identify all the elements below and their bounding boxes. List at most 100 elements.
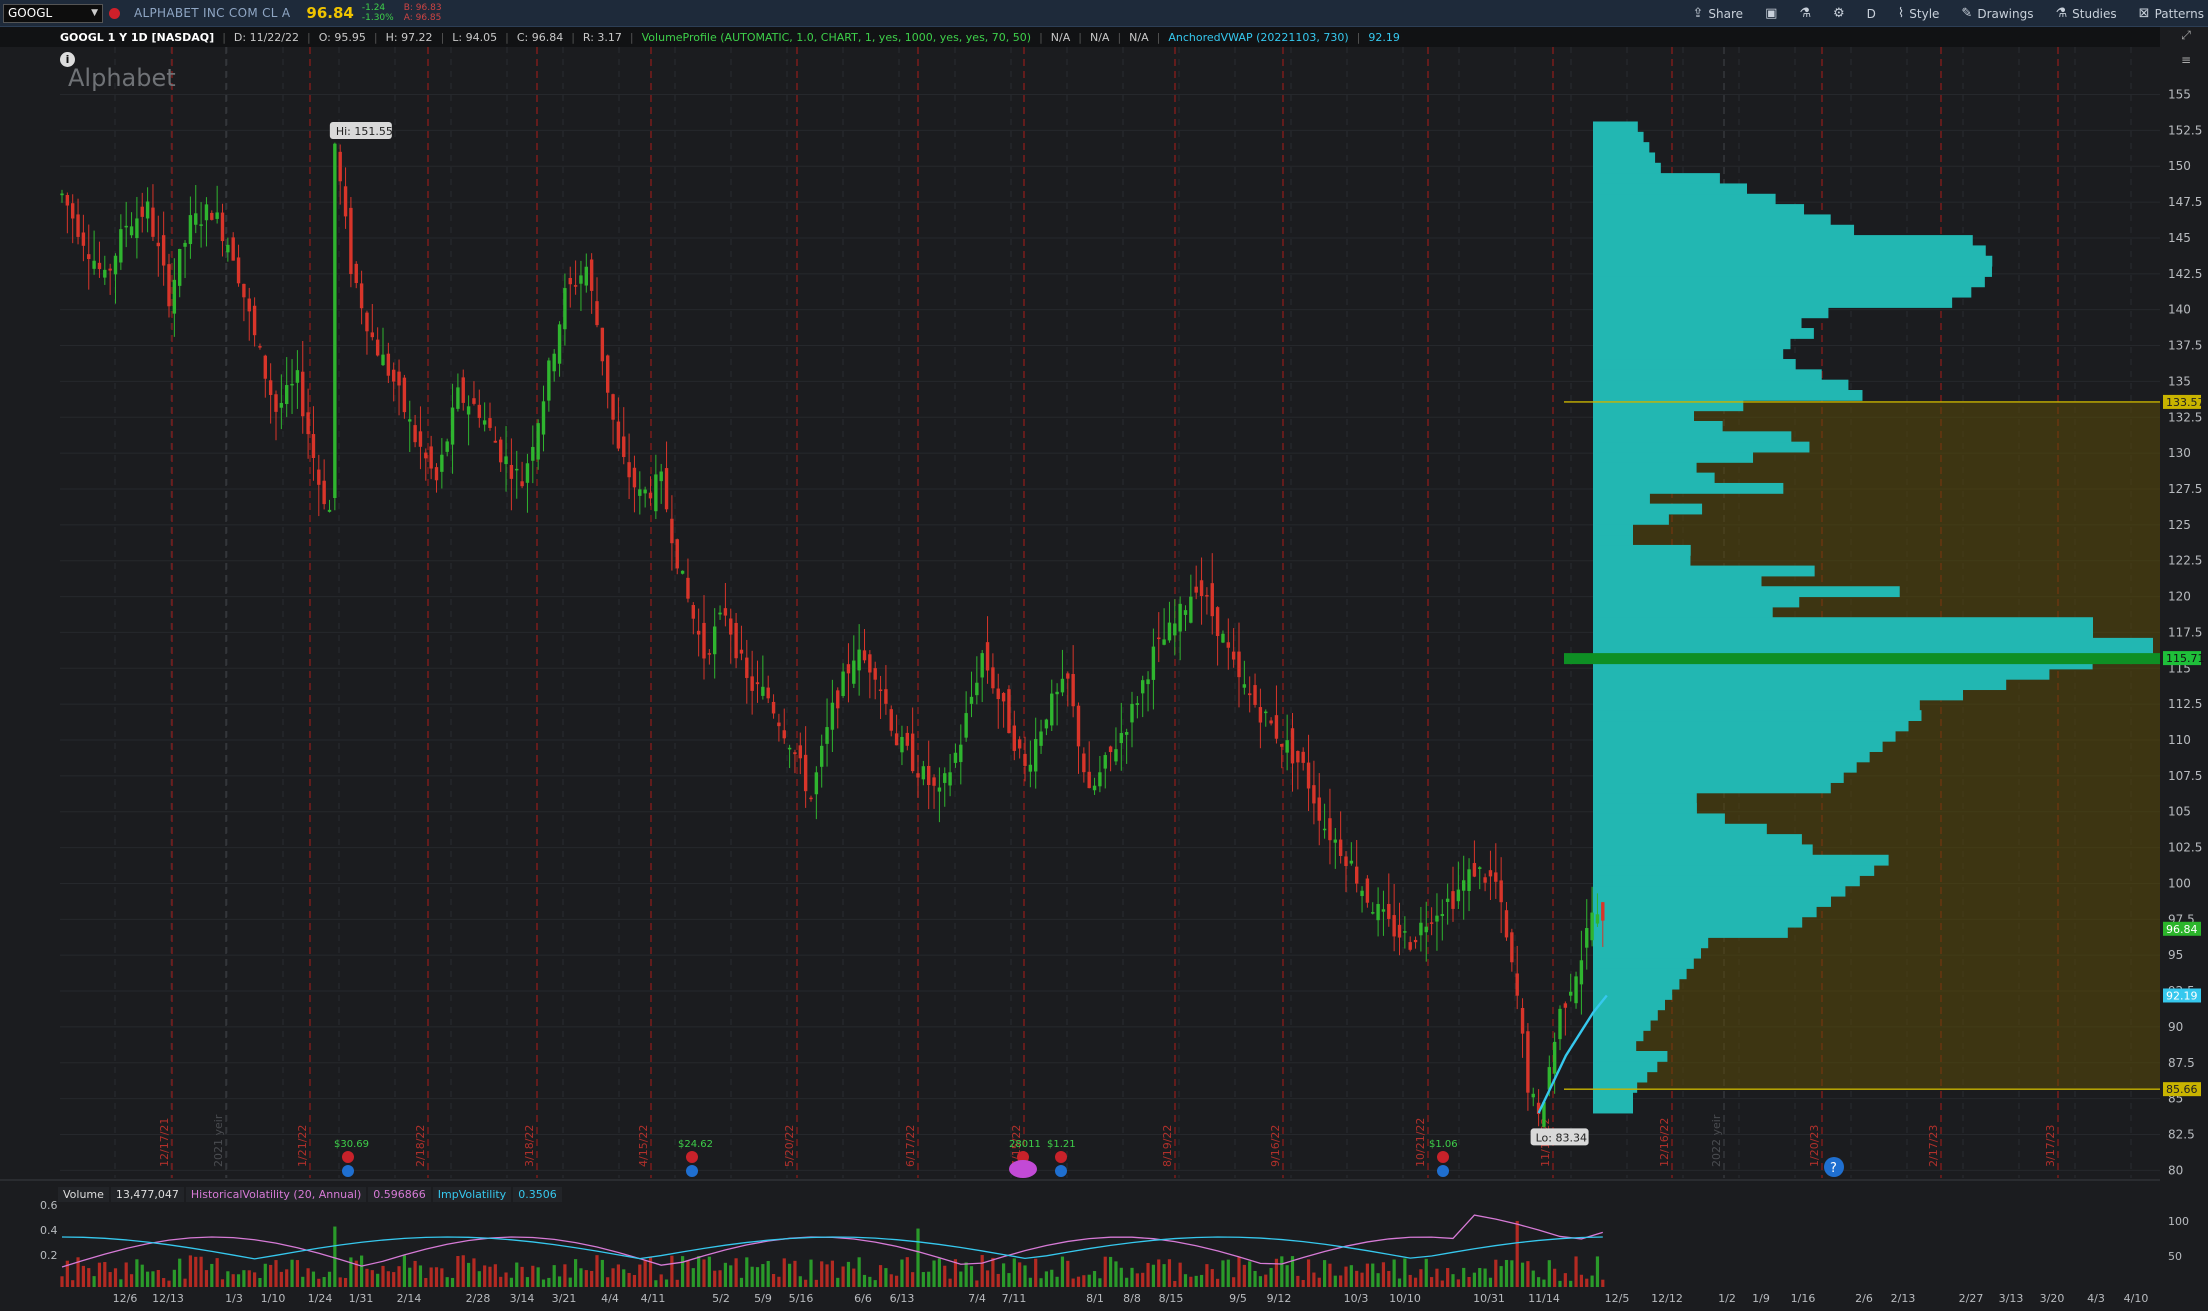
- drawings-button[interactable]: ✎ Drawings: [1961, 6, 2033, 21]
- candle-body: [343, 186, 348, 217]
- share-button[interactable]: ⇪ Share: [1693, 6, 1744, 21]
- volume-bar: [809, 1259, 813, 1287]
- aggregation-button[interactable]: D: [1867, 7, 1876, 21]
- volume-bar: [1515, 1220, 1519, 1287]
- candle-body: [1456, 889, 1461, 902]
- price-chart-area[interactable]: 155 152.5 150 147.5 145 142.5 140 137.5 135 132.5…: [0, 47, 2208, 1311]
- dividend-marker-icon[interactable]: [686, 1165, 698, 1177]
- volume-profile-bar: [1593, 193, 1776, 205]
- volume-label[interactable]: Volume: [58, 1186, 109, 1202]
- volume-bar: [338, 1277, 342, 1287]
- volume-bar: [429, 1267, 433, 1287]
- symbol-selector[interactable]: GOOGL ▼: [3, 3, 103, 23]
- volume-bar: [1216, 1278, 1220, 1287]
- candle-body: [734, 622, 738, 659]
- candle-body: [466, 406, 471, 415]
- volume-bar: [493, 1264, 497, 1287]
- candle-body: [156, 242, 160, 247]
- volume-bar: [563, 1264, 567, 1287]
- candle-body: [1590, 912, 1594, 941]
- y-tick-label: 100: [2168, 876, 2191, 890]
- volume-bar: [606, 1277, 610, 1287]
- patterns-button[interactable]: ⊠ Patterns: [2139, 6, 2204, 21]
- record-dot-icon[interactable]: [109, 7, 120, 19]
- lower-right-tick: 50: [2168, 1250, 2182, 1263]
- iv-label[interactable]: ImpVolatility: [432, 1186, 512, 1202]
- thinkorswim-chart-window: GOOGL ▼ ALPHABET INC COM CL A 96.84 -1.2…: [0, 0, 2208, 1311]
- volume-bar: [745, 1257, 749, 1287]
- volume-bar: [702, 1259, 706, 1287]
- x-tick-label: 9/5: [1229, 1292, 1247, 1305]
- candle-body: [1215, 607, 1220, 637]
- volume-profile-bar: [1593, 575, 1762, 587]
- volume-bar: [1039, 1278, 1043, 1287]
- volume-bar: [1339, 1275, 1343, 1287]
- volume-bar: [1269, 1267, 1273, 1287]
- lower-left-tick: 0.2: [40, 1249, 58, 1262]
- candle-body: [1349, 860, 1354, 864]
- volume-bar: [1232, 1277, 1236, 1287]
- volume-bar: [1392, 1259, 1396, 1287]
- volume-profile-bar: [1593, 627, 2093, 639]
- earnings-marker-icon[interactable]: [686, 1151, 698, 1163]
- hv-label[interactable]: HistoricalVolatility (20, Annual): [185, 1186, 367, 1202]
- anchored-vwap-study[interactable]: AnchoredVWAP (20221103, 730): [1168, 31, 1348, 44]
- volume-profile-bar: [1593, 875, 1860, 887]
- earnings-marker-icon[interactable]: [1055, 1151, 1067, 1163]
- candle-body: [1333, 839, 1337, 843]
- x-tick-label: 4/11: [641, 1292, 666, 1305]
- settings-button[interactable]: ⚙: [1833, 6, 1845, 21]
- candle-body: [317, 469, 321, 485]
- candle-body: [172, 279, 177, 314]
- candle-body: [1028, 764, 1033, 772]
- volume-bar: [1173, 1280, 1177, 1287]
- volume-bar: [943, 1265, 947, 1287]
- volume-bar: [675, 1279, 679, 1287]
- studies-button[interactable]: ⚗ Studies: [2055, 6, 2116, 21]
- symbol-text: GOOGL: [8, 6, 53, 20]
- chart-canvas[interactable]: 155 152.5 150 147.5 145 142.5 140 137.5 135 132.5…: [0, 47, 2208, 1311]
- screenshot-button[interactable]: ▣: [1765, 6, 1777, 21]
- volume-bar: [253, 1272, 257, 1287]
- volume-bar: [718, 1270, 722, 1287]
- volume-bar: [1333, 1275, 1337, 1287]
- volume-bar: [1419, 1269, 1423, 1287]
- y-tick-label: 145: [2168, 231, 2191, 245]
- candle-body: [622, 436, 626, 458]
- separator-label: 12/16/22: [1658, 1118, 1671, 1167]
- candle-body: [1124, 732, 1129, 735]
- candle-body: [151, 207, 155, 237]
- candle-body: [1226, 642, 1230, 648]
- dividend-marker-icon[interactable]: [342, 1165, 354, 1177]
- volume-bar: [1440, 1280, 1444, 1287]
- style-button[interactable]: ⌇ Style: [1898, 6, 1940, 21]
- candle-body: [445, 441, 449, 452]
- volume-bar: [215, 1258, 219, 1287]
- earnings-marker-icon[interactable]: [342, 1151, 354, 1163]
- volume-bar: [386, 1271, 390, 1287]
- expand-icon[interactable]: ⤢: [2181, 28, 2191, 43]
- candle-body: [1601, 902, 1605, 921]
- na-value-2: N/A: [1089, 30, 1110, 44]
- earnings-marker-icon[interactable]: [1437, 1151, 1449, 1163]
- candle-body: [440, 454, 444, 472]
- dividend-marker-icon[interactable]: [1437, 1165, 1449, 1177]
- candle-body: [1520, 1008, 1525, 1034]
- candle-body: [60, 193, 64, 196]
- candle-body: [1001, 693, 1006, 702]
- candle-body: [365, 312, 369, 332]
- flask-button[interactable]: ⚗: [1799, 6, 1811, 21]
- volume-bar: [108, 1272, 112, 1287]
- volume-bar: [279, 1271, 283, 1287]
- volume-bar: [771, 1274, 776, 1287]
- volume-value: 13,477,047: [110, 1186, 184, 1202]
- hamburger-icon[interactable]: ≡: [2181, 53, 2191, 67]
- volume-profile-study[interactable]: VolumeProfile (AUTOMATIC, 1.0, CHART, 1,…: [642, 31, 1031, 44]
- volume-bar: [60, 1276, 64, 1287]
- dividend-marker-icon[interactable]: [1055, 1165, 1067, 1177]
- volume-bar: [927, 1271, 931, 1287]
- volume-bar: [1210, 1269, 1214, 1287]
- split-marker-icon[interactable]: [1009, 1160, 1037, 1178]
- x-tick-label: 8/8: [1123, 1292, 1141, 1305]
- volume-bar: [1371, 1263, 1375, 1287]
